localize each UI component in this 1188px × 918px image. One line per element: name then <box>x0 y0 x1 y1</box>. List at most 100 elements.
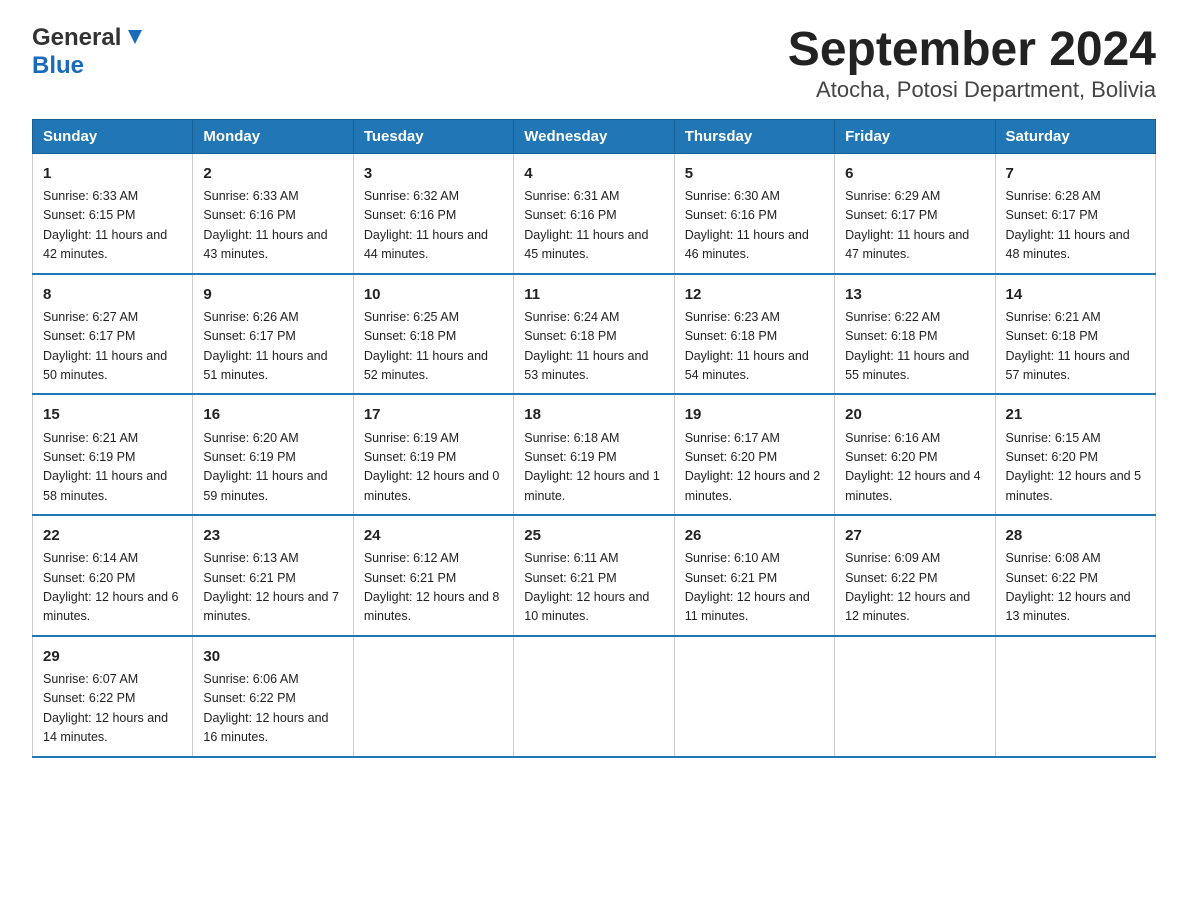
day-number: 27 <box>845 524 984 547</box>
sunrise-text: Sunrise: 6:07 AM <box>43 672 138 686</box>
daylight-text: Daylight: 11 hours and 57 minutes. <box>1006 349 1130 382</box>
calendar-cell: 14 Sunrise: 6:21 AM Sunset: 6:18 PM Dayligh… <box>995 274 1155 395</box>
sunset-text: Sunset: 6:17 PM <box>1006 208 1098 222</box>
calendar-week-row: 8Sunrise: 6:27 AMSunset: 6:17 PMDaylight… <box>33 274 1156 395</box>
calendar-cell: 23Sunrise: 6:13 AMSunset: 6:21 PMDayligh… <box>193 515 353 636</box>
sunset-text: Sunset: 6:18 PM <box>685 329 777 343</box>
day-number: 3 <box>364 162 503 185</box>
calendar-table: SundayMondayTuesdayWednesdayThursdayFrid… <box>32 119 1156 758</box>
calendar-cell <box>995 636 1155 757</box>
daylight-text: Daylight: 11 hours and 53 minutes. <box>524 349 648 382</box>
calendar-cell: 1Sunrise: 6:33 AMSunset: 6:15 PMDaylight… <box>33 153 193 273</box>
daylight-text: Daylight: 12 hours and 0 minutes. <box>364 469 500 502</box>
day-number: 23 <box>203 524 342 547</box>
sunrise-text: Sunrise: 6:19 AM <box>364 431 459 445</box>
calendar-cell: 3Sunrise: 6:32 AMSunset: 6:16 PMDaylight… <box>353 153 513 273</box>
sunset-text: Sunset: 6:19 PM <box>524 450 616 464</box>
sunrise-text: Sunrise: 6:32 AM <box>364 189 459 203</box>
sunset-text: Sunset: 6:16 PM <box>203 208 295 222</box>
calendar-cell: 9Sunrise: 6:26 AMSunset: 6:17 PMDaylight… <box>193 274 353 395</box>
calendar-week-row: 29Sunrise: 6:07 AMSunset: 6:22 PMDayligh… <box>33 636 1156 757</box>
sunset-text: Sunset: 6:15 PM <box>43 208 135 222</box>
sunrise-text: Sunrise: 6:29 AM <box>845 189 940 203</box>
sunset-text: Sunset: 6:20 PM <box>1006 450 1098 464</box>
calendar-cell: 30Sunrise: 6:06 AMSunset: 6:22 PMDayligh… <box>193 636 353 757</box>
calendar-cell: 15Sunrise: 6:21 AMSunset: 6:19 PMDayligh… <box>33 394 193 515</box>
sunset-text: Sunset: 6:18 PM <box>845 329 937 343</box>
sunrise-text: Sunrise: 6:15 AM <box>1006 431 1101 445</box>
sunrise-text: Sunrise: 6:14 AM <box>43 551 138 565</box>
logo-blue-text: Blue <box>32 52 84 80</box>
calendar-cell: 17 Sunrise: 6:19 AM Sunset: 6:19 PM Dayligh… <box>353 394 513 515</box>
day-number: 5 <box>685 162 824 185</box>
daylight-text: Daylight: 12 hours and 4 minutes. <box>845 469 981 502</box>
sunrise-text: Sunrise: 6:33 AM <box>43 189 138 203</box>
sunrise-text: Sunrise: 6:08 AM <box>1006 551 1101 565</box>
day-number: 9 <box>203 283 342 306</box>
header-friday: Friday <box>835 119 995 153</box>
calendar-cell: 28Sunrise: 6:08 AMSunset: 6:22 PMDayligh… <box>995 515 1155 636</box>
calendar-cell: 26Sunrise: 6:10 AMSunset: 6:21 PMDayligh… <box>674 515 834 636</box>
sunrise-text: Sunrise: 6:11 AM <box>524 551 618 565</box>
page-subtitle: Atocha, Potosi Department, Bolivia <box>788 77 1156 103</box>
sunset-text: Sunset: 6:22 PM <box>43 691 135 705</box>
sunset-text: Sunset: 6:17 PM <box>203 329 295 343</box>
logo: General Blue <box>32 24 146 80</box>
daylight-text: Daylight: 12 hours and 7 minutes. <box>203 590 339 623</box>
day-number: 2 <box>203 162 342 185</box>
daylight-text: Daylight: 12 hours and 13 minutes. <box>1006 590 1131 623</box>
daylight-text: Daylight: 12 hours and 2 minutes. <box>685 469 821 502</box>
calendar-cell: 5Sunrise: 6:30 AMSunset: 6:16 PMDaylight… <box>674 153 834 273</box>
day-number: 21 <box>1006 403 1145 426</box>
daylight-text: Daylight: 11 hours and 43 minutes. <box>203 228 327 261</box>
sunrise-text: Sunrise: 6:21 AM <box>1006 310 1101 324</box>
sunrise-text: Sunrise: 6:30 AM <box>685 189 780 203</box>
daylight-text: Daylight: 11 hours and 54 minutes. <box>685 349 809 382</box>
day-number: 6 <box>845 162 984 185</box>
sunrise-text: Sunrise: 6:24 AM <box>524 310 619 324</box>
daylight-text: Daylight: 11 hours and 52 minutes. <box>364 349 488 382</box>
daylight-text: Daylight: 12 hours and 12 minutes. <box>845 590 970 623</box>
day-number: 11 <box>524 283 663 306</box>
header-wednesday: Wednesday <box>514 119 674 153</box>
calendar-cell: 7Sunrise: 6:28 AMSunset: 6:17 PMDaylight… <box>995 153 1155 273</box>
header-tuesday: Tuesday <box>353 119 513 153</box>
day-number: 16 <box>203 403 342 426</box>
daylight-text: Daylight: 12 hours and 1 minute. <box>524 469 660 502</box>
sunset-text: Sunset: 6:20 PM <box>685 450 777 464</box>
day-number: 10 <box>364 283 503 306</box>
sunset-text: Sunset: 6:17 PM <box>43 329 135 343</box>
sunrise-text: Sunrise: 6:31 AM <box>524 189 619 203</box>
day-number: 7 <box>1006 162 1145 185</box>
day-number: 25 <box>524 524 663 547</box>
sunrise-text: Sunrise: 6:26 AM <box>203 310 298 324</box>
day-number: 22 <box>43 524 182 547</box>
sunset-text: Sunset: 6:18 PM <box>1006 329 1098 343</box>
daylight-text: Daylight: 12 hours and 14 minutes. <box>43 711 168 744</box>
day-number: 20 <box>845 403 984 426</box>
sunrise-text: Sunrise: 6:17 AM <box>685 431 780 445</box>
page-header: General Blue September 2024 Atocha, Poto… <box>32 24 1156 103</box>
sunrise-text: Sunrise: 6:28 AM <box>1006 189 1101 203</box>
sunset-text: Sunset: 6:19 PM <box>203 450 295 464</box>
calendar-cell: 18Sunrise: 6:18 AMSunset: 6:19 PMDayligh… <box>514 394 674 515</box>
sunset-text: Sunset: 6:19 PM <box>364 450 456 464</box>
day-number: 24 <box>364 524 503 547</box>
sunset-text: Sunset: 6:19 PM <box>43 450 135 464</box>
sunrise-text: Sunrise: 6:10 AM <box>685 551 780 565</box>
day-number: 17 <box>364 403 503 426</box>
day-number: 8 <box>43 283 182 306</box>
sunset-text: Sunset: 6:22 PM <box>845 571 937 585</box>
calendar-cell: 29Sunrise: 6:07 AMSunset: 6:22 PMDayligh… <box>33 636 193 757</box>
sunset-text: Sunset: 6:18 PM <box>524 329 616 343</box>
sunrise-text: Sunrise: 6:22 AM <box>845 310 940 324</box>
sunset-text: Sunset: 6:22 PM <box>1006 571 1098 585</box>
sunrise-text: Sunrise: 6:12 AM <box>364 551 459 565</box>
sunrise-text: Sunrise: 6:33 AM <box>203 189 298 203</box>
sunset-text: Sunset: 6:21 PM <box>685 571 777 585</box>
day-number: 14 <box>1006 283 1145 306</box>
sunset-text: Sunset: 6:16 PM <box>364 208 456 222</box>
calendar-cell: 20Sunrise: 6:16 AMSunset: 6:20 PMDayligh… <box>835 394 995 515</box>
sunset-text: Sunset: 6:18 PM <box>364 329 456 343</box>
logo-triangle-icon <box>124 26 146 48</box>
